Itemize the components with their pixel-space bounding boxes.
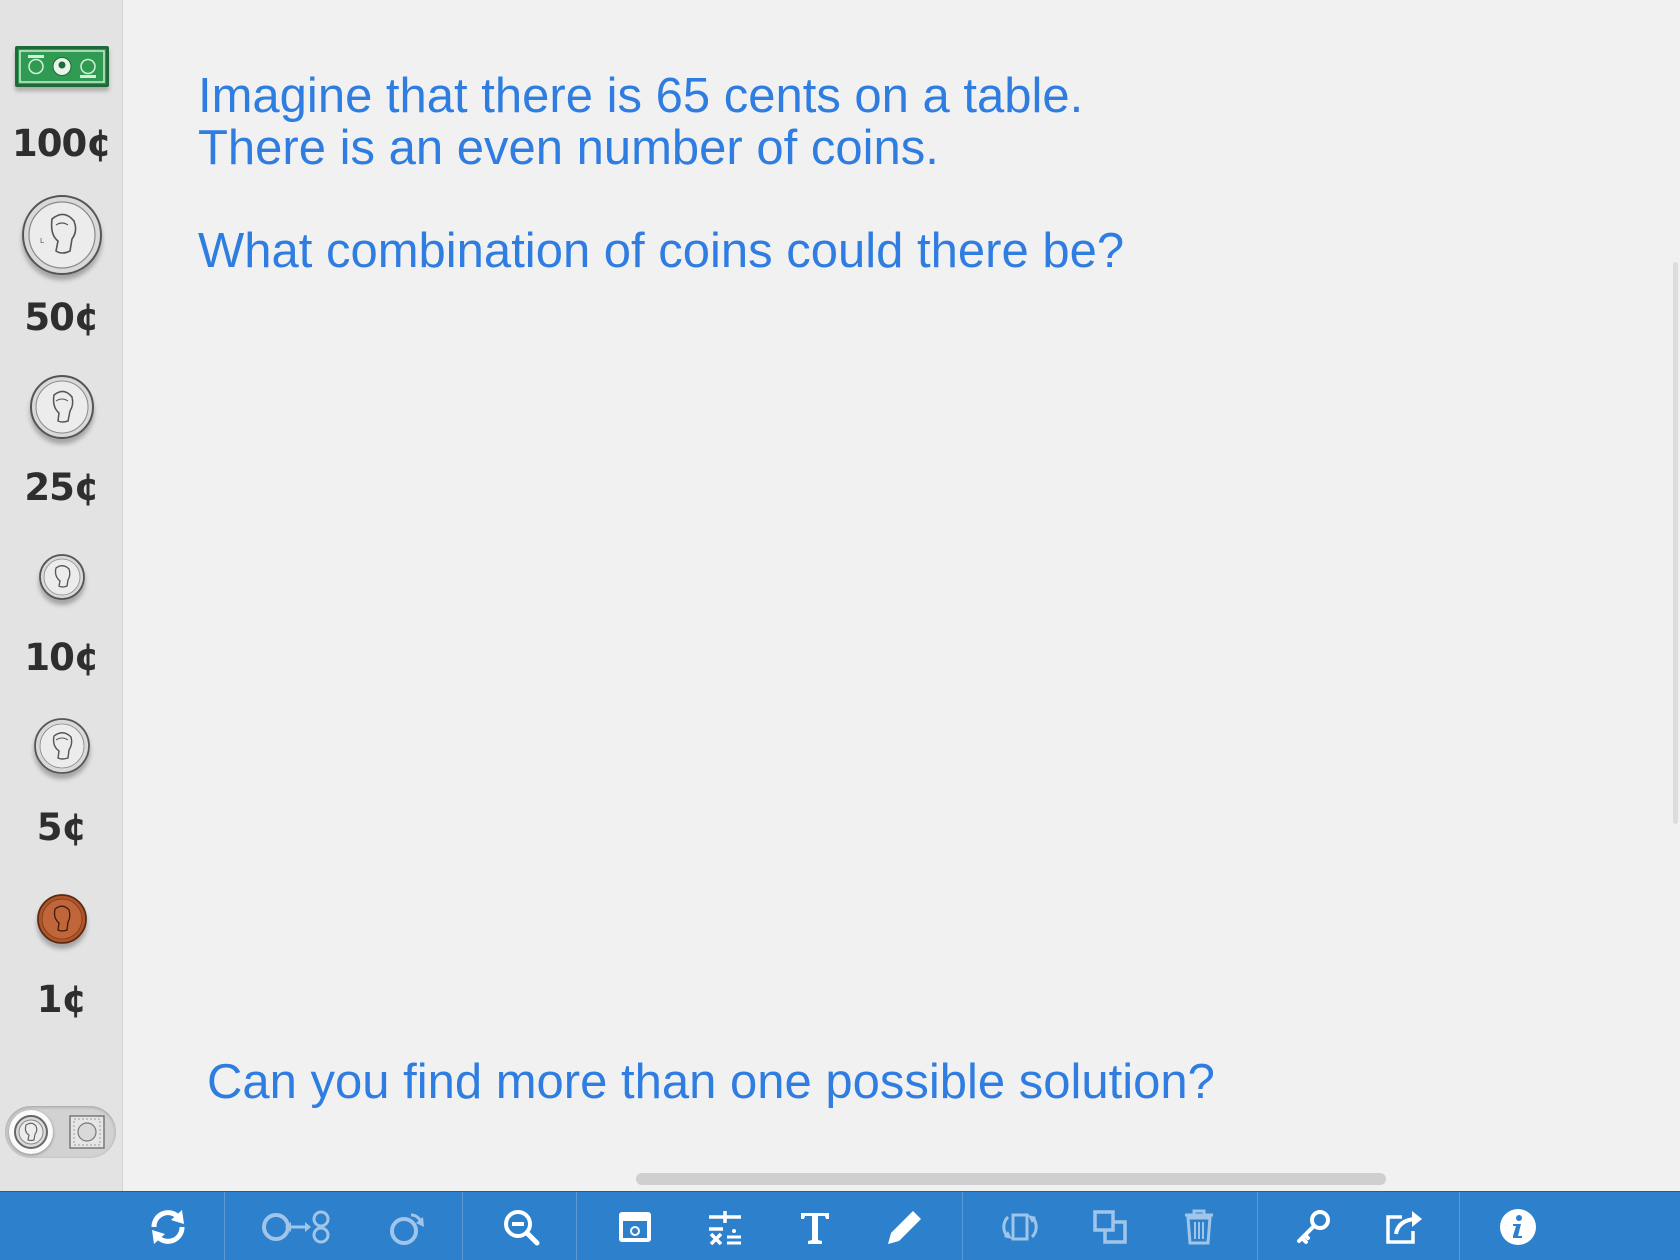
svg-text:L: L <box>40 237 44 245</box>
money-label-25: 25¢ <box>24 466 99 509</box>
share-icon <box>1386 1210 1422 1244</box>
pencil-button[interactable] <box>880 1192 930 1260</box>
duplicate-button[interactable] <box>1085 1192 1135 1260</box>
value-cover-button[interactable] <box>610 1192 660 1260</box>
prompt-text[interactable]: Imagine that there is 65 cents on a tabl… <box>198 70 1083 174</box>
refresh-icon <box>151 1209 185 1244</box>
coin-face-icon[interactable] <box>13 1114 49 1150</box>
exchange-coins-button[interactable] <box>258 1192 338 1260</box>
share-button[interactable] <box>1378 1192 1428 1260</box>
trash-button[interactable] <box>1174 1192 1224 1260</box>
flip-coin-button[interactable] <box>382 1192 432 1260</box>
penny-coin-icon[interactable] <box>36 894 87 944</box>
coin-grid-icon[interactable] <box>69 1115 105 1149</box>
horizontal-scrollbar[interactable] <box>636 1173 1386 1185</box>
exchange-coins-icon <box>262 1210 330 1243</box>
pencil-icon <box>888 1210 921 1244</box>
nickel-coin-icon[interactable] <box>33 718 90 774</box>
key-icon <box>1297 1209 1330 1244</box>
value-cover-icon <box>619 1211 651 1242</box>
money-app: 100¢ L 50¢ 25¢ 10¢ 5¢ 1¢ Imagine that th… <box>0 0 1680 1260</box>
money-label-100: 100¢ <box>12 122 112 165</box>
quarter-coin-icon[interactable] <box>29 375 94 439</box>
duplicate-icon <box>1093 1209 1127 1244</box>
prompt-line-2: There is an even number of coins. <box>198 121 939 175</box>
coin-view-toggle[interactable] <box>5 1106 116 1158</box>
refresh-button[interactable] <box>140 1192 196 1260</box>
zoom-out-button[interactable] <box>496 1192 546 1260</box>
question-text[interactable]: What combination of coins could there be… <box>198 225 1124 277</box>
flip-coin-icon <box>390 1213 424 1245</box>
text-tool-icon <box>801 1212 829 1244</box>
info-button[interactable] <box>1492 1192 1544 1260</box>
dime-coin-icon[interactable] <box>38 554 85 600</box>
followup-text[interactable]: Can you find more than one possible solu… <box>207 1056 1215 1108</box>
vertical-scrollbar[interactable] <box>1673 262 1678 824</box>
trash-icon <box>1185 1209 1213 1244</box>
rotate-selection-button[interactable] <box>994 1192 1046 1260</box>
math-operators-button[interactable] <box>700 1192 750 1260</box>
bottom-toolbar <box>0 1191 1680 1260</box>
zoom-out-icon <box>504 1209 540 1245</box>
money-sidebar: 100¢ L 50¢ 25¢ 10¢ 5¢ 1¢ <box>0 0 123 1191</box>
info-icon <box>1500 1208 1536 1245</box>
money-label-50: 50¢ <box>24 296 99 339</box>
math-operators-icon <box>709 1210 741 1245</box>
money-label-5: 5¢ <box>36 806 88 849</box>
rotate-selection-icon <box>1002 1213 1038 1240</box>
text-tool-button[interactable] <box>790 1192 840 1260</box>
prompt-line-1: Imagine that there is 65 cents on a tabl… <box>198 69 1084 123</box>
workspace-canvas[interactable]: Imagine that there is 65 cents on a tabl… <box>124 0 1680 1191</box>
key-button[interactable] <box>1288 1192 1338 1260</box>
money-label-10: 10¢ <box>24 636 99 679</box>
half-dollar-coin-icon[interactable]: L <box>21 195 102 275</box>
dollar-bill-icon[interactable] <box>14 46 109 87</box>
money-label-1: 1¢ <box>36 978 88 1021</box>
